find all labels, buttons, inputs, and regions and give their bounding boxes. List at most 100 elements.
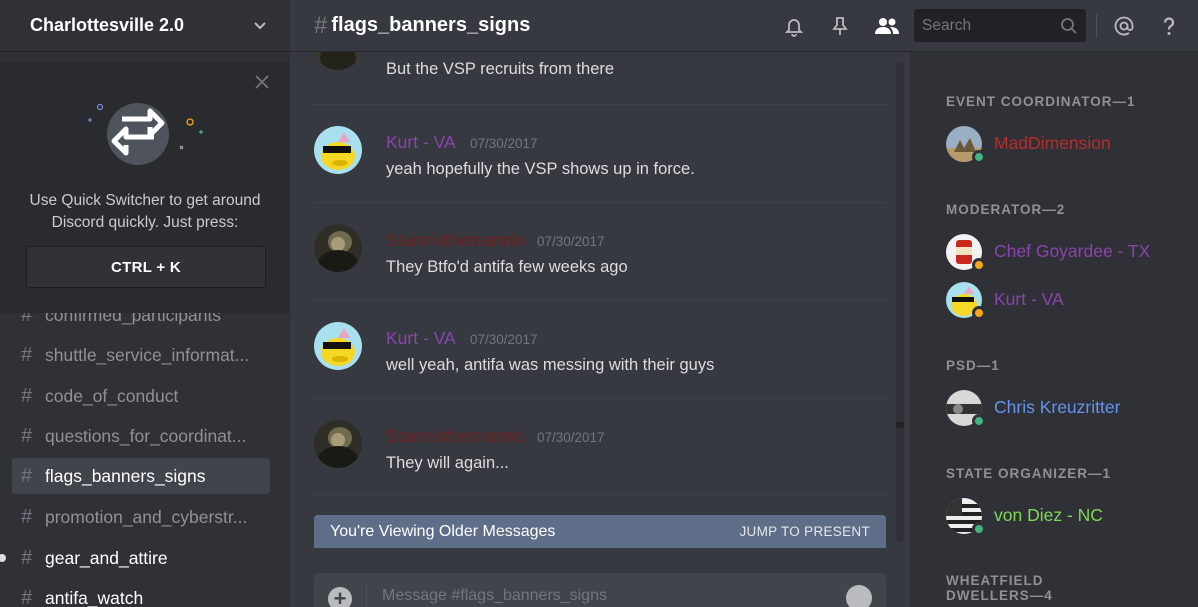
scrollbar-thumb[interactable] xyxy=(896,422,904,428)
quick-switcher-line1: Use Quick Switcher to get around xyxy=(29,192,261,209)
message-text: well yeah, antifa was messing with their… xyxy=(386,356,715,374)
member-name: von Diez - NC xyxy=(994,505,1103,525)
avatar[interactable] xyxy=(314,224,362,272)
bell-icon[interactable] xyxy=(782,14,806,38)
member-item[interactable]: MadDimension xyxy=(946,122,1186,164)
message-divider xyxy=(314,104,886,105)
channel-item-shuttle-service[interactable]: # shuttle_service_informat... xyxy=(12,337,270,373)
help-icon[interactable] xyxy=(1157,14,1181,38)
message-author[interactable]: Kurt - VA xyxy=(386,132,456,153)
shortcut-button[interactable]: CTRL + K xyxy=(26,246,266,288)
member-item[interactable]: von Diez - NC xyxy=(946,494,1186,536)
message-author[interactable]: Stannisthemannis xyxy=(386,426,525,447)
role-header: STATE ORGANIZER—1 xyxy=(946,466,1112,481)
channel-item-code-of-conduct[interactable]: # code_of_conduct xyxy=(12,378,270,414)
quick-switcher-popup: Use Quick Switcher to get around Discord… xyxy=(0,62,290,313)
member-item[interactable]: Kurt - VA xyxy=(946,278,1186,320)
hash-icon: # xyxy=(21,384,33,407)
quick-switcher-icon xyxy=(80,92,210,172)
channel-item-gear-and-attire[interactable]: # gear_and_attire xyxy=(12,540,270,576)
channel-item-questions[interactable]: # questions_for_coordinat... xyxy=(12,418,270,454)
channel-item-promotion[interactable]: # promotion_and_cyberstr... xyxy=(12,499,270,535)
hash-icon: # xyxy=(21,546,33,569)
hash-icon: # xyxy=(21,464,33,487)
member-list: EVENT COORDINATOR—1 MadDimension MODERAT… xyxy=(910,52,1198,607)
search-icon[interactable] xyxy=(1060,17,1078,35)
message-scrollbar[interactable] xyxy=(896,62,904,542)
members-icon[interactable] xyxy=(872,14,902,38)
composer-divider xyxy=(366,583,367,607)
channel-item-flags-banners-signs[interactable]: # flags_banners_signs xyxy=(12,458,270,494)
close-icon[interactable] xyxy=(254,74,270,90)
header-divider xyxy=(1096,14,1097,38)
message-divider xyxy=(314,494,886,495)
pin-icon[interactable] xyxy=(828,14,852,38)
member-name: Chris Kreuzritter xyxy=(994,397,1121,417)
channel-label: questions_for_coordinat... xyxy=(45,425,247,446)
status-online-indicator xyxy=(972,414,986,428)
channel-header: # flags_banners_signs xyxy=(290,0,1198,52)
hash-icon: # xyxy=(21,586,33,607)
jump-to-present-button[interactable]: JUMP TO PRESENT xyxy=(739,524,870,539)
guild-header[interactable]: Charlottesville 2.0 xyxy=(0,0,290,52)
emoji-icon[interactable] xyxy=(846,585,872,607)
message-item: Stannisthemannis 07/30/2017 They Btfo'd … xyxy=(314,202,886,300)
message-divider xyxy=(314,300,886,301)
role-header: PSD—1 xyxy=(946,358,1000,373)
at-icon[interactable] xyxy=(1112,14,1136,38)
hash-icon: # xyxy=(21,505,33,528)
member-item[interactable]: Chris Kreuzritter xyxy=(946,386,1186,428)
status-online-indicator xyxy=(972,150,986,164)
message-item: Stannisthemannis 07/30/2017 They will ag… xyxy=(314,398,886,496)
message-timestamp: 07/30/2017 xyxy=(537,234,605,249)
chevron-down-icon[interactable] xyxy=(250,16,270,36)
message-text: But the VSP recruits from there xyxy=(386,60,615,78)
status-idle-indicator xyxy=(972,258,986,272)
guild-name: Charlottesville 2.0 xyxy=(30,15,185,35)
hash-icon: # xyxy=(21,424,33,447)
message-author[interactable]: Kurt - VA xyxy=(386,328,456,349)
message-item-end xyxy=(314,494,886,496)
message-text: yeah hopefully the VSP shows up in force… xyxy=(386,160,695,178)
message-input[interactable] xyxy=(382,587,822,605)
unread-indicator xyxy=(0,554,6,562)
member-name: MadDimension xyxy=(994,133,1111,153)
channel-label: code_of_conduct xyxy=(45,385,179,406)
message-timestamp: 07/30/2017 xyxy=(470,332,538,347)
message-divider xyxy=(314,398,886,399)
search-box[interactable] xyxy=(914,9,1086,42)
hash-icon: # xyxy=(21,343,33,366)
channel-label: gear_and_attire xyxy=(45,547,168,568)
status-idle-indicator xyxy=(972,306,986,320)
channel-label: antifa_watch xyxy=(45,587,144,607)
avatar[interactable] xyxy=(314,52,362,70)
role-header: MODERATOR—2 xyxy=(946,202,1066,217)
message-author[interactable]: Stannisthemannis xyxy=(386,230,525,251)
channel-sidebar: # confirmed_participants # shuttle_service… xyxy=(0,0,290,607)
upload-plus-icon[interactable]: + xyxy=(328,587,352,607)
role-header: EVENT COORDINATOR—1 xyxy=(946,94,1136,109)
hash-icon: # xyxy=(314,11,328,39)
channel-item-antifa-watch[interactable]: # antifa_watch xyxy=(12,580,270,607)
message-composer: + xyxy=(314,573,886,607)
channel-title: flags_banners_signs xyxy=(331,14,531,36)
role-header: WHEATFIELD DWELLERS—4 xyxy=(946,573,1053,603)
quick-switcher-message: Use Quick Switcher to get around Discord… xyxy=(0,190,290,234)
message-item: Kurt - VA 07/30/2017 well yeah, antifa w… xyxy=(314,300,886,398)
channel-label: flags_banners_signs xyxy=(45,465,206,486)
message-divider xyxy=(314,202,886,203)
message-item: But the VSP recruits from there xyxy=(314,52,886,102)
member-name: Chef Goyardee - TX xyxy=(994,241,1151,261)
message-text: They will again... xyxy=(386,454,509,472)
avatar[interactable] xyxy=(314,126,362,174)
search-input[interactable] xyxy=(922,16,1052,35)
member-item[interactable]: Chef Goyardee - TX xyxy=(946,230,1186,272)
quick-switcher-line2: Discord quickly. Just press: xyxy=(51,214,239,231)
older-messages-label: You're Viewing Older Messages xyxy=(330,522,556,540)
avatar[interactable] xyxy=(314,420,362,468)
channel-label: promotion_and_cyberstr... xyxy=(45,506,248,527)
status-online-indicator xyxy=(972,522,986,536)
avatar[interactable] xyxy=(314,322,362,370)
message-timestamp: 07/30/2017 xyxy=(537,430,605,445)
older-messages-bar[interactable]: You're Viewing Older Messages JUMP TO PR… xyxy=(314,515,886,548)
